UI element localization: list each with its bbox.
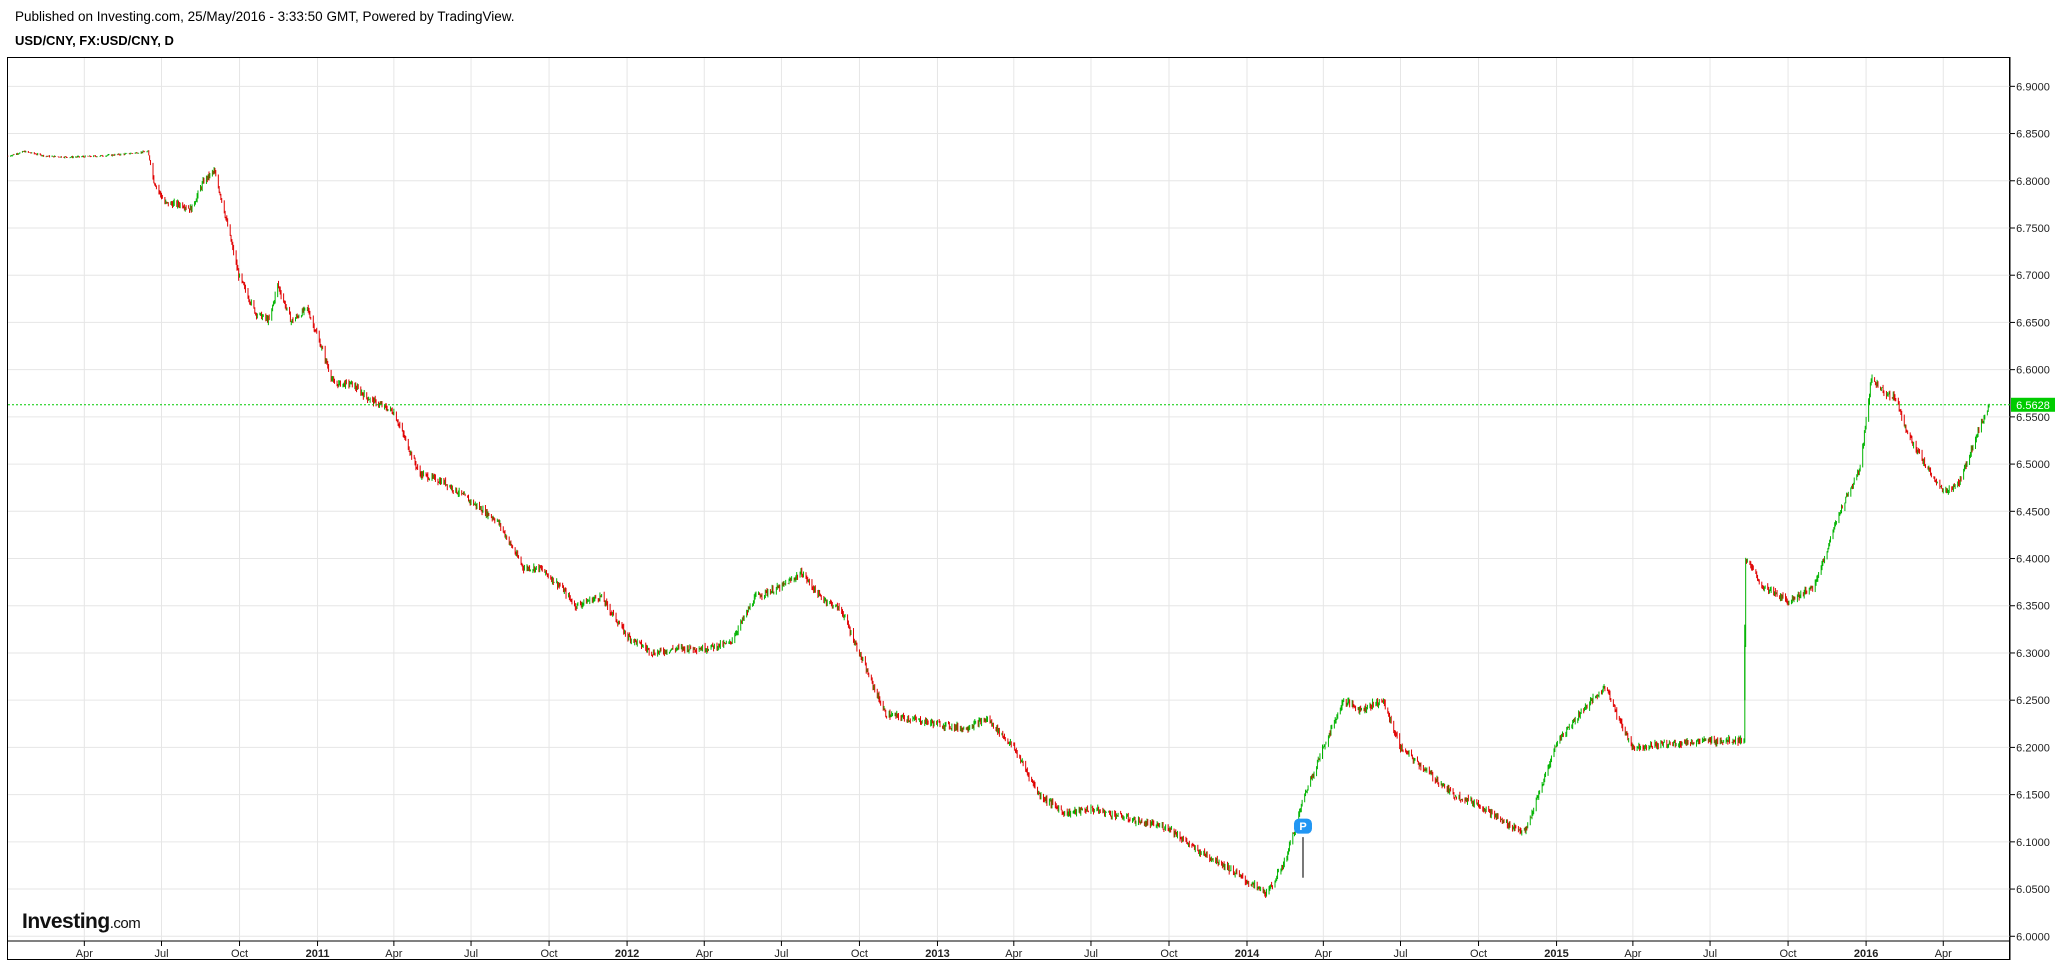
x-tick-label: 2016 [1854,948,1878,960]
grid-lines [8,58,2010,941]
y-tick-label: 6.5500 [2016,412,2050,424]
x-tick-label: Oct [231,948,248,960]
y-tick-label: 6.1000 [2016,837,2050,849]
x-tick-label: Oct [851,948,868,960]
y-tick-label: 6.8500 [2016,129,2050,141]
x-tick-label: 2013 [925,948,949,960]
y-tick-label: 6.2000 [2016,742,2050,754]
x-tick-label: Apr [1315,948,1332,960]
x-tick-label: 2012 [615,948,639,960]
y-tick-label: 6.4000 [2016,554,2050,566]
x-tick-label: Apr [696,948,713,960]
marker-label: P [1299,821,1306,833]
x-tick-label: Apr [76,948,93,960]
x-tick-label: Jul [464,948,478,960]
last-price-label: 6.5628 [2016,400,2050,412]
y-tick-label: 6.0500 [2016,884,2050,896]
x-tick-label: Apr [1935,948,1952,960]
x-tick-label: Apr [1005,948,1022,960]
y-tick-label: 6.3000 [2016,648,2050,660]
x-tick-label: 2011 [306,948,330,960]
price-chart[interactable]: 6.9000 6.8500 6.8000 6.7500 6.7000 6.6500 6.60… [0,0,2061,965]
x-tick-label: Oct [1160,948,1177,960]
y-tick-label: 6.6500 [2016,317,2050,329]
y-axis: 6.9000 6.8500 6.8000 6.7500 6.7000 6.6500 6.60… [2009,57,2050,960]
y-tick-label: 6.7500 [2016,223,2050,235]
x-tick-label: Oct [540,948,557,960]
investing-logo: Investing.com [22,910,141,933]
y-tick-label: 6.8000 [2016,176,2050,188]
x-tick-label: Jul [1084,948,1098,960]
y-tick-label: 6.7000 [2016,270,2050,282]
overlay: P 6.5628 [8,397,2055,834]
x-axis: Apr Jul Oct 2011 Apr Jul Oct 2012 Apr Jul Oct 2013 A… [7,940,2010,960]
y-tick-label: 6.6000 [2016,365,2050,377]
y-tick-label: 6.3500 [2016,601,2050,613]
x-tick-label: 2014 [1235,948,1260,960]
candle-series [7,150,1990,898]
x-tick-label: Apr [1624,948,1641,960]
y-tick-label: 6.9000 [2016,81,2050,93]
x-tick-label: Jul [1393,948,1407,960]
x-tick-label: Jul [774,948,788,960]
x-tick-label: Oct [1470,948,1487,960]
y-tick-label: 6.1500 [2016,790,2050,802]
y-tick-label: 6.0000 [2016,931,2050,943]
x-tick-label: 2015 [1544,948,1568,960]
y-tick-label: 6.5000 [2016,459,2050,471]
x-tick-label: Apr [385,948,402,960]
x-tick-label: Jul [154,948,168,960]
x-tick-label: Jul [1703,948,1717,960]
y-tick-label: 6.4500 [2016,506,2050,518]
y-tick-label: 6.2500 [2016,695,2050,707]
x-tick-label: Oct [1780,948,1797,960]
